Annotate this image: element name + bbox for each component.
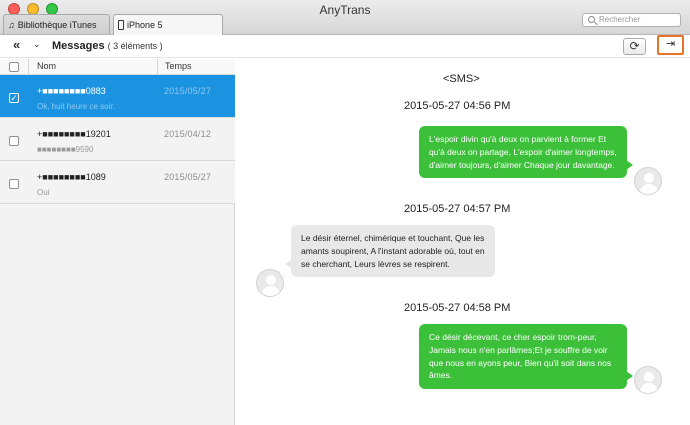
export-to-computer-button[interactable]: ⇥ xyxy=(657,35,684,55)
search-icon xyxy=(588,16,595,23)
title-bar: AnyTrans ♫ Bibliothèque iTunes iPhone 5 … xyxy=(0,0,690,35)
message-timestamp: 2015-05-27 04:56 PM xyxy=(404,100,511,112)
page-title-text: Messages xyxy=(52,40,105,52)
column-header-time[interactable]: Temps xyxy=(157,59,192,74)
avatar xyxy=(634,167,662,195)
contact-number: +■■■■■■■■19201 xyxy=(37,129,111,139)
message-preview: Ok, huit heure ce soir. xyxy=(37,102,115,111)
message-preview: Oui xyxy=(37,188,50,197)
row-checkbox[interactable] xyxy=(9,179,19,189)
avatar xyxy=(256,269,284,297)
tab-itunes-library[interactable]: ♫ Bibliothèque iTunes xyxy=(3,14,110,34)
tab-itunes-library-label: Bibliothèque iTunes xyxy=(17,19,97,30)
refresh-icon: ⟳ xyxy=(629,39,640,53)
message-timestamp: 2015-05-27 04:58 PM xyxy=(404,302,511,314)
contact-number: +■■■■■■■■1089 xyxy=(37,172,106,182)
contact-number: +■■■■■■■■0883 xyxy=(37,86,106,96)
row-checkbox[interactable]: ✓ xyxy=(9,93,19,103)
conversation-panel: <SMS> 2015-05-27 04:56 PM L'espoir divin… xyxy=(236,59,690,425)
tab-iphone[interactable]: iPhone 5 xyxy=(113,14,223,35)
message-date: 2015/04/12 xyxy=(164,129,212,139)
list-item[interactable]: +■■■■■■■■19201 ■■■■■■■■9590 2015/04/12 xyxy=(0,118,235,161)
received-message-bubble: Le désir éternel, chimérique et touchant… xyxy=(285,225,495,278)
list-item[interactable]: ✓ +■■■■■■■■0883 Ok, huit heure ce soir. … xyxy=(0,75,235,118)
conversation-type-label: <SMS> xyxy=(443,73,480,85)
item-count: ( 3 éléments ) xyxy=(107,41,163,51)
search-input[interactable]: Rechercher xyxy=(582,13,681,27)
list-item[interactable]: +■■■■■■■■1089 Oui 2015/05/27 xyxy=(0,161,235,204)
music-note-icon: ♫ xyxy=(8,19,15,30)
page-title: Messages( 3 éléments ) xyxy=(52,40,163,52)
message-date: 2015/05/27 xyxy=(164,172,212,182)
message-preview: ■■■■■■■■9590 xyxy=(37,145,94,154)
refresh-button[interactable]: ⟳ xyxy=(623,38,646,55)
toolbar: « ⌄ Messages( 3 éléments ) ⟳ xyxy=(0,35,690,58)
select-all-checkbox[interactable] xyxy=(9,62,19,72)
row-checkbox[interactable] xyxy=(9,136,19,146)
avatar xyxy=(634,366,662,394)
back-icon[interactable]: « xyxy=(13,37,20,52)
message-timestamp: 2015-05-27 04:57 PM xyxy=(404,203,511,215)
column-header-name[interactable]: Nom xyxy=(28,59,56,74)
list-header: Nom Temps xyxy=(0,59,235,75)
chevron-down-icon[interactable]: ⌄ xyxy=(33,39,41,50)
message-date: 2015/05/27 xyxy=(164,86,212,96)
sent-message-bubble: Ce désir décevant, ce cher espoir trom-p… xyxy=(419,324,633,390)
sent-message-bubble: L'espoir divin qu'à deux on parvient à f… xyxy=(419,126,633,179)
message-list: Nom Temps ✓ +■■■■■■■■0883 Ok, huit heure… xyxy=(0,59,235,425)
search-placeholder: Rechercher xyxy=(599,15,641,24)
tab-iphone-label: iPhone 5 xyxy=(127,20,163,30)
export-icon: ⇥ xyxy=(665,38,676,50)
iphone-icon xyxy=(118,20,124,30)
